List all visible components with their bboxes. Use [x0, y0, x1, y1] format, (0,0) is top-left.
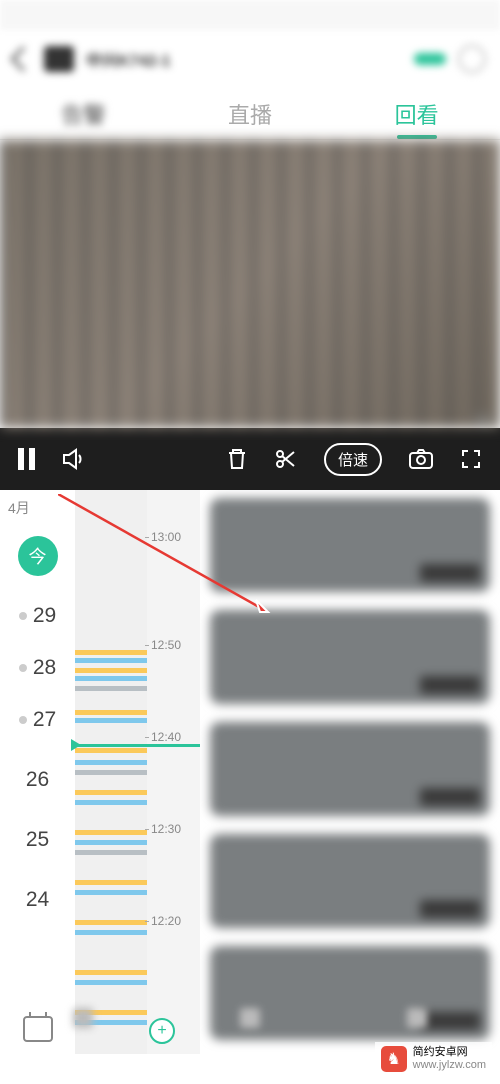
tab-playback[interactable]: 回看 — [333, 88, 500, 139]
tick-1300: 13:00 — [151, 530, 181, 544]
playback-content: 4月 今 29 28 27 26 25 24 13:00 12: — [0, 490, 500, 1054]
camera-name: 中兴K742-1 — [86, 47, 170, 71]
date-27[interactable]: 27 — [19, 708, 56, 732]
playhead-cursor[interactable] — [75, 744, 200, 747]
site-watermark: ♞ 简约安卓网 www.jylzw.com — [375, 1042, 492, 1076]
timeline-track[interactable]: 13:00 12:50 12:40 12:30 12:20 + — [75, 490, 200, 1054]
tick-1240: 12:40 — [151, 730, 181, 744]
video-watermark — [476, 418, 492, 422]
player-controls: 倍速 — [0, 428, 500, 490]
pause-button[interactable] — [18, 448, 35, 470]
android-icon: ♞ — [381, 1046, 407, 1072]
clips-column[interactable] — [200, 490, 500, 1054]
wm-site: 简约安卓网 — [413, 1046, 486, 1059]
camera-icon — [44, 46, 74, 72]
back-icon[interactable] — [10, 46, 35, 71]
tab-bar: 告警 直播 回看 — [0, 88, 500, 140]
gear-icon[interactable] — [458, 45, 486, 73]
date-today[interactable]: 今 — [18, 536, 58, 576]
clip-item[interactable] — [210, 498, 490, 592]
clip-item[interactable] — [210, 722, 490, 816]
date-column: 4月 今 29 28 27 26 25 24 — [0, 490, 75, 1054]
volume-icon[interactable] — [61, 447, 87, 471]
date-25[interactable]: 25 — [26, 828, 49, 852]
system-nav — [0, 998, 500, 1038]
wm-url: www.jylzw.com — [413, 1059, 486, 1072]
date-26[interactable]: 26 — [26, 768, 49, 792]
tab-alert[interactable]: 告警 — [0, 88, 167, 139]
camera-snapshot-icon[interactable] — [408, 448, 434, 470]
status-bar — [0, 0, 500, 30]
date-24[interactable]: 24 — [26, 888, 49, 912]
tab-live[interactable]: 直播 — [167, 88, 334, 139]
tick-1230: 12:30 — [151, 822, 181, 836]
status-pill[interactable] — [414, 53, 446, 65]
date-29[interactable]: 29 — [19, 604, 56, 628]
clip-item[interactable] — [210, 610, 490, 704]
scissors-icon[interactable] — [274, 447, 298, 471]
video-preview[interactable] — [0, 140, 500, 428]
month-label: 4月 — [0, 498, 30, 518]
speed-button[interactable]: 倍速 — [324, 443, 382, 476]
tick-1250: 12:50 — [151, 638, 181, 652]
app-header: 中兴K742-1 — [0, 30, 500, 88]
trash-icon[interactable] — [226, 447, 248, 471]
date-28[interactable]: 28 — [19, 656, 56, 680]
fullscreen-icon[interactable] — [460, 448, 482, 470]
tick-1220: 12:20 — [151, 914, 181, 928]
clip-item[interactable] — [210, 834, 490, 928]
